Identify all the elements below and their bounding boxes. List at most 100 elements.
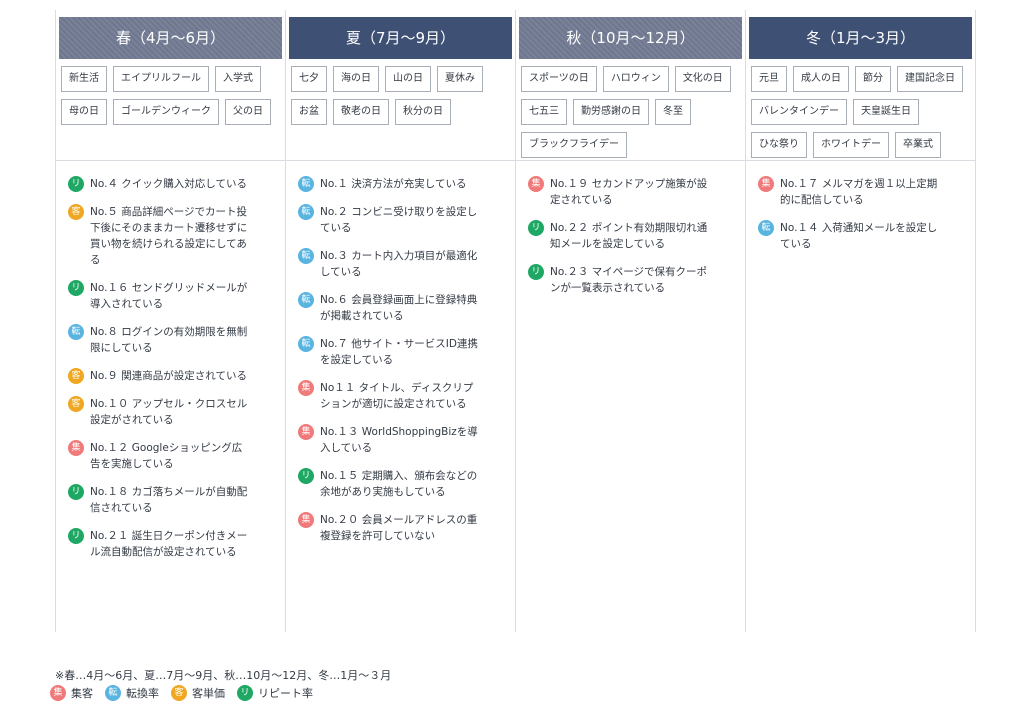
event-tag[interactable]: 秋分の日 [395, 99, 451, 125]
legend-label: 集客 [71, 687, 93, 700]
event-tag[interactable]: バレンタインデー [751, 99, 847, 125]
event-tag[interactable]: 文化の日 [674, 66, 731, 92]
checklist-item: 客 No.９ 関連商品が設定されている [68, 368, 277, 384]
checklist-item: 集 No.２０ 会員メールアドレスの重複登録を許可していない [298, 512, 507, 544]
legend: 集 集客 転 転換率 客 客単価 リ リピート率 [50, 685, 325, 701]
legend-label: リピート率 [258, 687, 313, 700]
season-column-winter: 冬（1月〜3月） 元旦 成人の日 節分 建国記念日バレンタインデー 天皇誕生日ひな祭りホ… [745, 10, 976, 632]
legend-label: 転換率 [126, 687, 159, 700]
category-badge-icon: 客 [68, 396, 84, 412]
category-badge-icon: リ [528, 264, 544, 280]
event-tag[interactable]: 父の日 [225, 99, 271, 125]
category-badge-icon: リ [68, 280, 84, 296]
checklist-item-text: No.２１ 誕生日クーポン付きメール流自動配信が設定されている [90, 530, 248, 558]
event-tag[interactable]: 敬老の日 [333, 99, 389, 125]
event-tag[interactable]: 元旦 [751, 66, 787, 92]
season-footnote: ※春…4月〜6月、夏…7月〜9月、秋…10月〜12月、冬…1月〜３月 [55, 669, 392, 682]
event-tag[interactable]: 入学式 [215, 66, 261, 92]
event-tag[interactable]: 新生活 [61, 66, 107, 92]
checklist-item-text: No.２ コンビニ受け取りを設定している [320, 206, 478, 234]
event-tag[interactable]: ひな祭り [751, 132, 807, 158]
checklist-item-text: No.１７ メルマガを週１以上定期的に配信している [780, 178, 938, 206]
event-tag[interactable]: 母の日 [61, 99, 107, 125]
event-tag[interactable]: 夏休み [437, 66, 483, 92]
event-tag[interactable]: ハロウィン [602, 66, 669, 92]
category-badge-icon: 集 [758, 176, 774, 192]
checklist-item: リ No.２１ 誕生日クーポン付きメール流自動配信が設定されている [68, 528, 277, 560]
category-badge-icon: 転 [298, 176, 314, 192]
checklist-item-text: No１１ タイトル、ディスクリプションが適切に設定されている [320, 382, 474, 410]
checklist-item: 転 No.１４ 入荷通知メールを設定している [758, 220, 967, 252]
checklist-item: 集 No.１３ WorldShoppingBizを導入している [298, 424, 507, 456]
event-tag[interactable]: 勤労感謝の日 [573, 99, 649, 125]
checklist-item-text: No.１２ Googleショッピング広告を実施している [90, 442, 243, 470]
category-badge-icon: 転 [68, 324, 84, 340]
legend-badge-icon: 客 [171, 685, 187, 701]
category-badge-icon: 転 [298, 204, 314, 220]
checklist-item: リ No.１６ センドグリッドメールが導入されている [68, 280, 277, 312]
event-tags: 七夕 海の日 山の日 夏休みお盆 敬老の日 秋分の日 [286, 59, 515, 163]
category-badge-icon: リ [298, 468, 314, 484]
season-header: 春（4月〜6月） [59, 17, 282, 59]
event-tag[interactable]: スポーツの日 [521, 66, 597, 92]
event-tag[interactable]: エイプリルフール [113, 66, 209, 92]
event-tag[interactable]: ホワイトデー [813, 132, 889, 158]
event-tags: 新生活 エイプリルフール 入学式母の日 ゴールデンウィーク 父の日 [56, 59, 285, 163]
season-column-spring: 春（4月〜6月） 新生活 エイプリルフール 入学式母の日 ゴールデンウィーク 父の日 リ… [55, 10, 285, 632]
category-badge-icon: リ [68, 484, 84, 500]
event-tag[interactable]: 山の日 [385, 66, 431, 92]
legend-label: 客単価 [192, 687, 225, 700]
event-tag[interactable]: 天皇誕生日 [853, 99, 919, 125]
event-tags: 元旦 成人の日 節分 建国記念日バレンタインデー 天皇誕生日ひな祭り ホワイトデー 卒業式 [746, 59, 975, 163]
category-badge-icon: 客 [68, 204, 84, 220]
checklist-item-text: No.１５ 定期購入、頒布会などの余地があり実施もしている [320, 470, 478, 498]
category-badge-icon: 集 [68, 440, 84, 456]
event-tag[interactable]: ゴールデンウィーク [113, 99, 219, 125]
event-tag[interactable]: 成人の日 [793, 66, 849, 92]
legend-badge-icon: 転 [105, 685, 121, 701]
category-badge-icon: 転 [758, 220, 774, 236]
event-tag[interactable]: 建国記念日 [897, 66, 963, 92]
checklist-item: 集 No.１２ Googleショッピング広告を実施している [68, 440, 277, 472]
event-tag[interactable]: 七夕 [291, 66, 327, 92]
checklist-item-text: No.１８ カゴ落ちメールが自動配信されている [90, 486, 248, 514]
checklist-item: 客 No.１０ アップセル・クロスセル設定がされている [68, 396, 277, 428]
checklist-item: 集 No.１７ メルマガを週１以上定期的に配信している [758, 176, 967, 208]
checklist-item-text: No.２０ 会員メールアドレスの重複登録を許可していない [320, 514, 478, 542]
legend-badge-icon: 集 [50, 685, 66, 701]
checklist-item-text: No.８ ログインの有効期限を無制限にしている [90, 326, 248, 354]
event-tag[interactable]: 海の日 [333, 66, 379, 92]
checklist-item: 転 No.８ ログインの有効期限を無制限にしている [68, 324, 277, 356]
checklist-item: リ No.２２ ポイント有効期限切れ通知メールを設定している [528, 220, 737, 252]
checklist-item-text: No.２２ ポイント有効期限切れ通知メールを設定している [550, 222, 708, 250]
checklist-item-text: No.１６ センドグリッドメールが導入されている [90, 282, 248, 310]
event-tag[interactable]: ブラックフライデー [521, 132, 627, 158]
checklist-item-text: No.３ カート内入力項目が最適化している [320, 250, 478, 278]
season-header: 夏（7月〜9月） [289, 17, 512, 59]
checklist-item: 転 No.３ カート内入力項目が最適化している [298, 248, 507, 280]
checklist-item: 転 No.７ 他サイト・サービスID連携を設定している [298, 336, 507, 368]
checklist-item-text: No.２３ マイページで保有クーポンが一覧表示されている [550, 266, 708, 294]
checklist: 集 No.１７ メルマガを週１以上定期的に配信している転 No.１４ 入荷通知メール… [746, 161, 975, 264]
category-badge-icon: 集 [528, 176, 544, 192]
event-tag[interactable]: お盆 [291, 99, 327, 125]
category-badge-icon: リ [68, 528, 84, 544]
season-header: 冬（1月〜3月） [749, 17, 972, 59]
checklist-item: 転 No.６ 会員登録画面上に登録特典が掲載されている [298, 292, 507, 324]
checklist-item: 集 No.１９ セカンドアップ施策が設定されている [528, 176, 737, 208]
checklist-item: 集 No１１ タイトル、ディスクリプションが適切に設定されている [298, 380, 507, 412]
checklist-item-text: No.５ 商品詳細ページでカート投下後にそのままカート遷移せずに買い物を続けられ… [90, 206, 248, 266]
category-badge-icon: 集 [298, 512, 314, 528]
checklist-item-text: No.７ 他サイト・サービスID連携を設定している [320, 338, 478, 366]
event-tag[interactable]: 節分 [855, 66, 891, 92]
season-board: 春（4月〜6月） 新生活 エイプリルフール 入学式母の日 ゴールデンウィーク 父の日 リ… [55, 10, 976, 632]
event-tag[interactable]: 卒業式 [895, 132, 941, 158]
category-badge-icon: 転 [298, 248, 314, 264]
checklist: 転 No.１ 決済方法が充実している転 No.２ コンビニ受け取りを設定している転 N… [286, 161, 515, 556]
category-badge-icon: 集 [298, 380, 314, 396]
event-tag[interactable]: 冬至 [655, 99, 691, 125]
checklist-item: 客 No.５ 商品詳細ページでカート投下後にそのままカート遷移せずに買い物を続けら… [68, 204, 277, 268]
event-tag[interactable]: 七五三 [521, 99, 567, 125]
season-column-autumn: 秋（10月〜12月） スポーツの日 ハロウィン 文化の日 七五三 勤労感謝の日 冬至 ブラッ… [515, 10, 745, 632]
checklist-item-text: No.６ 会員登録画面上に登録特典が掲載されている [320, 294, 478, 322]
